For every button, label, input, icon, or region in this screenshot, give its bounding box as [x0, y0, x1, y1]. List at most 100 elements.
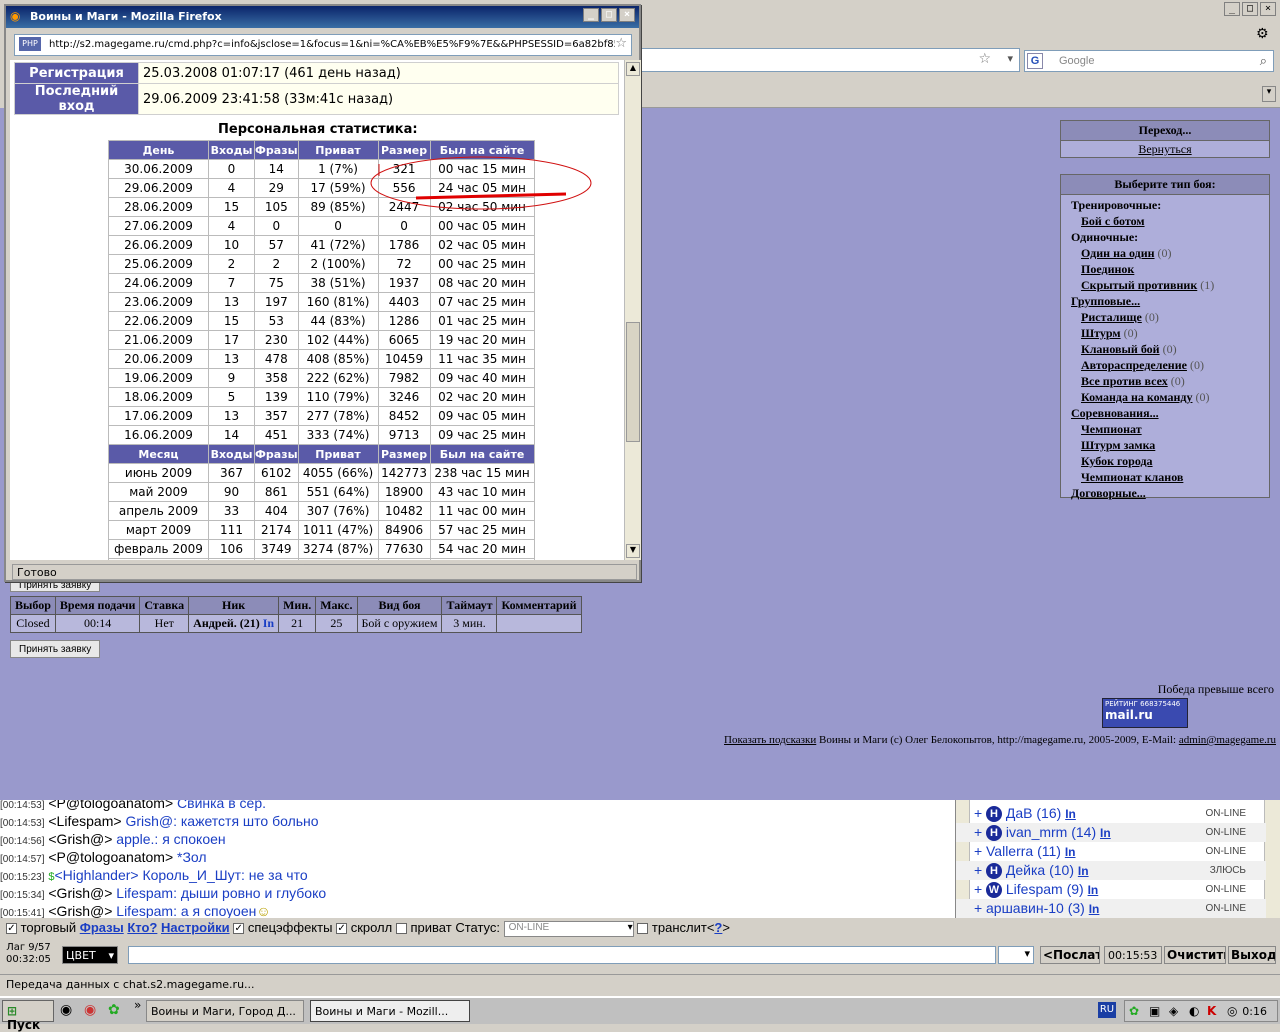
battle-type-label[interactable]: Команда на команду — [1081, 390, 1192, 404]
online-user-info-link[interactable]: In — [1100, 826, 1111, 840]
battle-type-item[interactable]: Клановый бой (0) — [1071, 341, 1259, 357]
online-user[interactable]: + Н ДаВ (16) In ON-LINE — [956, 804, 1266, 823]
popup-minimize-button[interactable]: _ — [583, 8, 599, 22]
quicklaunch-icq-icon[interactable]: ✿ — [108, 1002, 120, 1018]
battle-type-item[interactable]: Соревнования... — [1071, 405, 1259, 421]
expand-icon[interactable]: + — [974, 842, 982, 861]
online-user-name[interactable]: Дейка (10) — [1006, 862, 1074, 878]
quicklaunch-chrome-icon[interactable]: ◉ — [84, 1002, 96, 1018]
battle-type-label[interactable]: Автораспределение — [1081, 358, 1187, 372]
battle-type-label[interactable]: Ристалище — [1081, 310, 1142, 324]
expand-icon[interactable]: + — [974, 823, 982, 842]
battle-type-label[interactable]: Чемпионат кланов — [1081, 470, 1183, 484]
chat-nick[interactable]: <Grish@> — [48, 885, 112, 901]
online-user[interactable]: + Vallerra (11) In ON-LINE — [956, 842, 1266, 861]
popup-scrollbar[interactable]: ▲ ▼ — [624, 60, 641, 560]
battle-type-item[interactable]: Все против всех (0) — [1071, 373, 1259, 389]
dropdown-icon[interactable]: ▾ — [1007, 52, 1013, 65]
online-user-name[interactable]: Vallerra (11) — [986, 843, 1061, 859]
battle-type-label[interactable]: Соревнования... — [1071, 406, 1159, 420]
online-user-name[interactable]: аршавин-10 (3) — [986, 900, 1085, 916]
battle-type-item[interactable]: Штурм (0) — [1071, 325, 1259, 341]
battle-type-item[interactable]: Кубок города — [1071, 453, 1259, 469]
expand-icon[interactable]: + — [974, 880, 982, 899]
battle-type-item[interactable]: Чемпионат — [1071, 421, 1259, 437]
minimize-button[interactable]: _ — [1224, 2, 1240, 16]
settings-link[interactable]: Настройки — [161, 920, 230, 935]
req-choice[interactable]: Closed — [10, 614, 56, 633]
search-icon[interactable]: ⌕ — [1260, 53, 1267, 69]
online-list[interactable]: + Н ДаВ (16) In ON-LINE + Н ivan_mrm (14) In… — [955, 800, 1280, 918]
battle-type-item[interactable]: Ристалище (0) — [1071, 309, 1259, 325]
battle-type-item[interactable]: Штурм замка — [1071, 437, 1259, 453]
expand-icon[interactable]: + — [974, 804, 982, 823]
battle-type-item[interactable]: Команда на команду (0) — [1071, 389, 1259, 405]
rating-counter[interactable]: РЕЙТИНГ 668375446 mail.ru — [1102, 698, 1188, 728]
chat-nick[interactable]: <Lifespam> — [48, 813, 121, 829]
color-select[interactable]: ЦВЕТ ▾ — [62, 946, 118, 964]
tray-network-icon[interactable]: ▣ — [1149, 1004, 1160, 1018]
chat-nick[interactable]: <P@tologoanatom> — [48, 800, 173, 811]
tray-shield-icon[interactable]: ◈ — [1169, 1004, 1178, 1018]
task-item[interactable]: Воины и Маги, Город Д... — [146, 1000, 304, 1022]
battle-type-label[interactable]: Бой с ботом — [1081, 214, 1145, 228]
battle-type-item[interactable]: Один на один (0) — [1071, 245, 1259, 261]
chat-nick[interactable]: <Grish@> — [48, 903, 112, 918]
battle-type-label[interactable]: Один на один — [1081, 246, 1155, 260]
show-hints-link[interactable]: Показать подсказки — [724, 734, 816, 746]
online-user-name[interactable]: Lifespam (9) — [1006, 881, 1084, 897]
bookmark-star-icon[interactable]: ☆ — [978, 51, 991, 67]
message-input[interactable] — [128, 946, 996, 964]
recipient-select[interactable]: ▾ — [998, 946, 1034, 964]
who-link[interactable]: Кто? — [127, 920, 157, 935]
online-user-name[interactable]: ivan_mrm (14) — [1006, 824, 1096, 840]
help-link[interactable]: ? — [714, 920, 722, 935]
chat-nick[interactable]: <Grish@> — [48, 831, 112, 847]
online-user-info-link[interactable]: In — [1089, 902, 1100, 916]
quicklaunch-firefox-icon[interactable]: ◉ — [60, 1002, 72, 1018]
trade-checkbox[interactable]: ✓ — [6, 923, 17, 935]
online-user-info-link[interactable]: In — [1065, 807, 1076, 821]
translit-checkbox[interactable] — [637, 923, 649, 935]
phrases-link[interactable]: Фразы — [80, 920, 124, 935]
chat-log[interactable]: [00:14:53] <P@tologoanatom> Свинка в сер… — [0, 800, 955, 918]
accept-request-button[interactable]: Принять заявку — [10, 640, 101, 658]
search-input[interactable]: G Google ⌕ — [1024, 50, 1274, 72]
main-url-bar[interactable]: ☆ ▾ — [640, 48, 1020, 72]
expand-icon[interactable]: + — [974, 861, 982, 880]
task-item-active[interactable]: Воины и Маги - Mozill... — [310, 1000, 470, 1022]
effects-checkbox[interactable]: ✓ — [233, 923, 245, 935]
online-user-info-link[interactable]: In — [1078, 864, 1089, 878]
expand-icon[interactable]: + — [974, 899, 982, 918]
scroll-thumb[interactable] — [626, 322, 640, 442]
battle-type-label[interactable]: Штурм замка — [1081, 438, 1155, 452]
online-user-name[interactable]: ДаВ (16) — [1006, 805, 1061, 821]
scroll-down-button[interactable]: ▼ — [626, 544, 640, 558]
battle-type-label[interactable]: Поединок — [1081, 262, 1134, 276]
language-indicator[interactable]: RU — [1098, 1002, 1116, 1018]
chat-nick[interactable]: <P@tologoanatom> — [48, 849, 173, 865]
private-checkbox[interactable] — [395, 923, 407, 935]
battle-type-item[interactable]: Автораспределение (0) — [1071, 357, 1259, 373]
scroll-up-button[interactable]: ▲ — [626, 62, 640, 76]
clear-button[interactable]: Очистить — [1164, 946, 1226, 964]
tray-icq-icon[interactable]: ✿ — [1129, 1004, 1139, 1018]
online-user[interactable]: + Н Дейка (10) In ЗЛЮСЬ — [956, 861, 1266, 880]
online-user-info-link[interactable]: In — [1065, 845, 1076, 859]
online-scrollbar[interactable] — [1264, 800, 1280, 918]
req-nick-info-link[interactable]: In — [263, 616, 274, 630]
battle-type-label[interactable]: Договорные... — [1071, 486, 1146, 500]
battle-type-item[interactable]: Групповые... — [1071, 293, 1259, 309]
battle-type-item[interactable]: Договорные... — [1071, 485, 1259, 501]
battle-type-item[interactable]: Поединок — [1071, 261, 1259, 277]
battle-type-item[interactable]: Бой с ботом — [1071, 213, 1259, 229]
start-button[interactable]: ⊞ Пуск — [2, 1000, 54, 1032]
gear-icon[interactable]: ⚙ — [1256, 26, 1269, 42]
battle-type-item[interactable]: Чемпионат кланов — [1071, 469, 1259, 485]
close-button[interactable]: × — [1260, 2, 1276, 16]
battle-type-item[interactable]: Скрытый противник (1) — [1071, 277, 1259, 293]
bookmark-star-icon[interactable]: ☆ — [615, 36, 627, 51]
battle-type-label[interactable]: Кубок города — [1081, 454, 1153, 468]
popup-close-button[interactable]: × — [619, 8, 635, 22]
popup-maximize-button[interactable]: □ — [601, 8, 617, 22]
